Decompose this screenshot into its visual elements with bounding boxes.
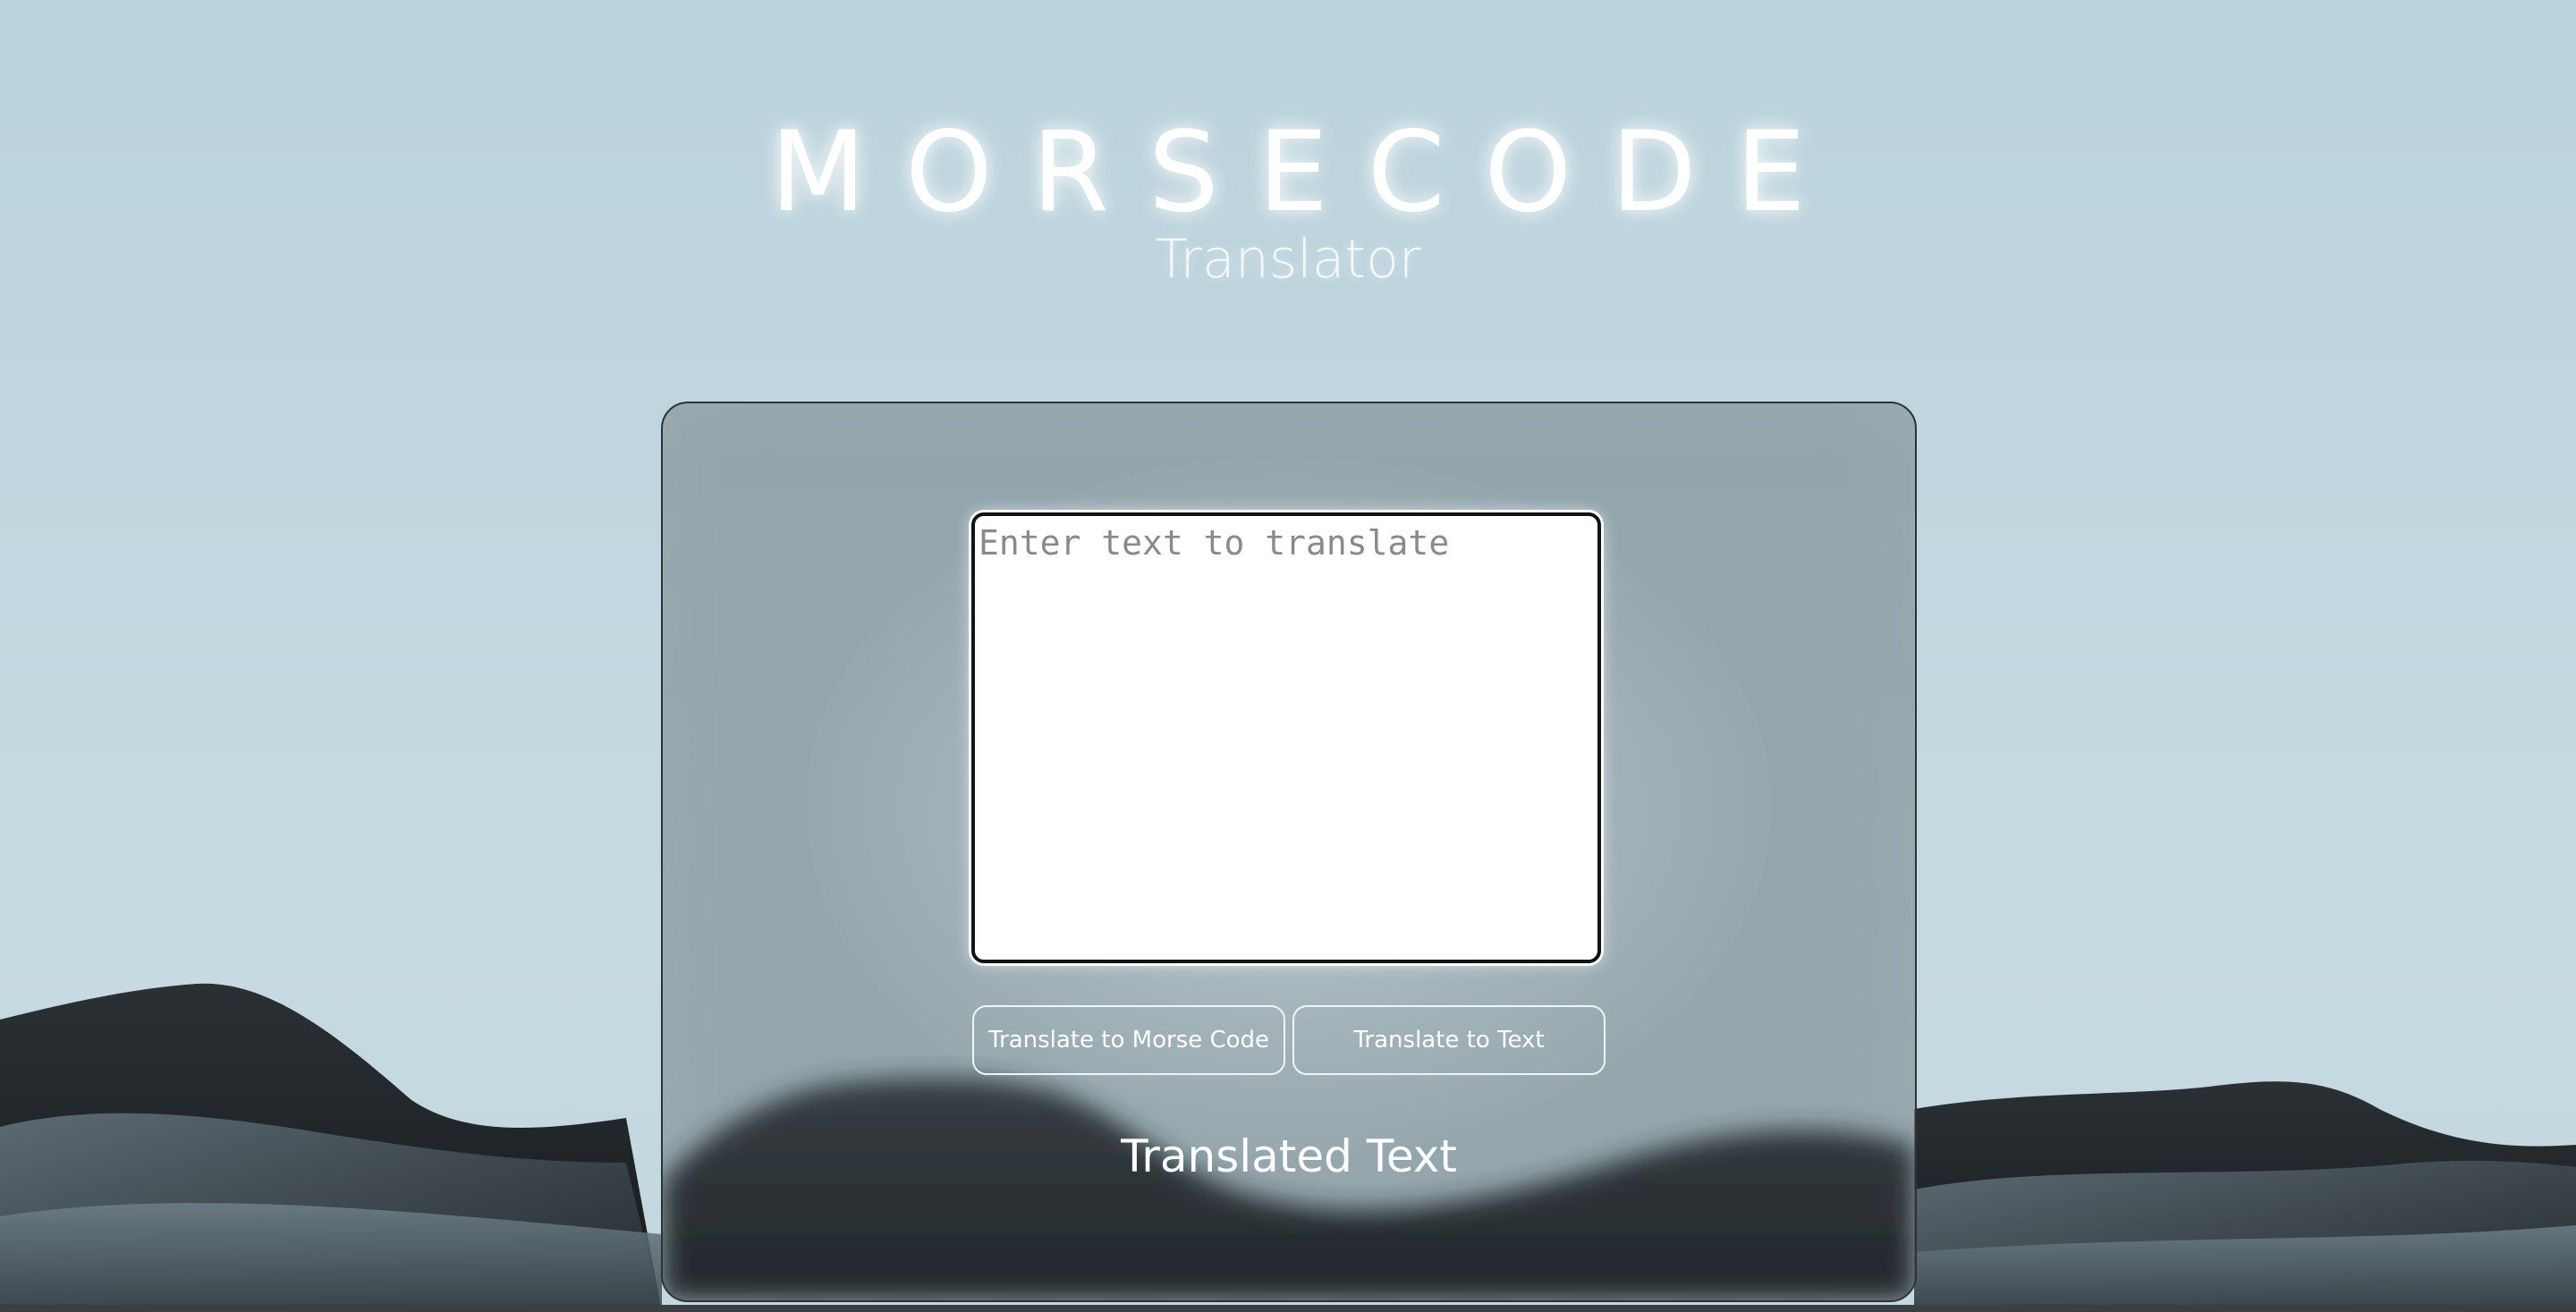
translate-to-morse-button[interactable]: Translate to Morse Code bbox=[972, 1005, 1285, 1075]
app-title: MORSECODE bbox=[770, 108, 1845, 237]
background-scene: MORSECODE Translator Translate to Morse … bbox=[0, 0, 2576, 1312]
translate-to-text-button[interactable]: Translate to Text bbox=[1292, 1005, 1606, 1075]
translator-card: Translate to Morse Code Translate to Tex… bbox=[661, 402, 1917, 1302]
app-subtitle: Translator bbox=[1155, 228, 1421, 291]
translated-text-output: Translated Text bbox=[1121, 1130, 1457, 1182]
bottom-edge-bar bbox=[0, 1305, 2576, 1312]
input-textarea[interactable] bbox=[971, 512, 1601, 963]
